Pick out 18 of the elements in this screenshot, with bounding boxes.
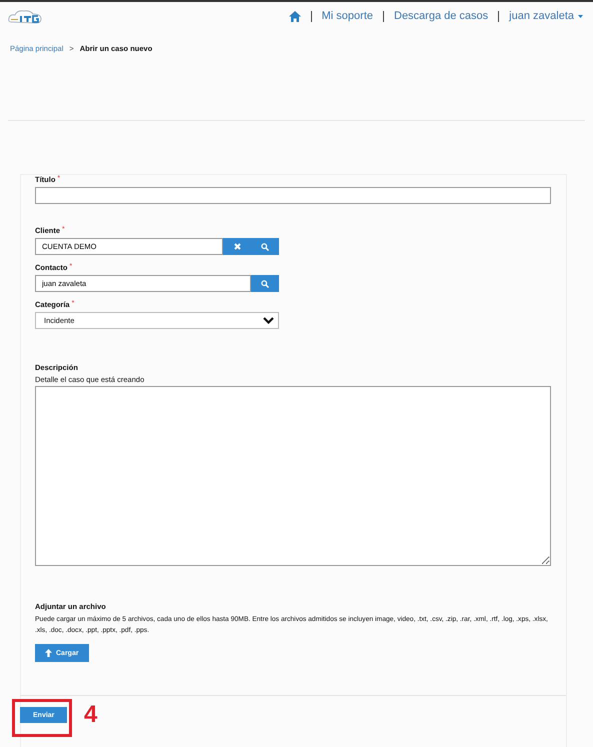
close-icon <box>234 243 240 250</box>
clear-button[interactable] <box>223 238 251 255</box>
logo-icon[interactable] <box>8 10 42 24</box>
user-menu[interactable]: juan zavaleta <box>509 10 583 22</box>
nav-link[interactable]: Descarga de casos <box>394 10 488 22</box>
search-icon <box>261 242 269 250</box>
highlight-frame <box>12 699 72 737</box>
description-field[interactable] <box>35 386 551 566</box>
caret-icon <box>578 14 583 18</box>
home-icon[interactable] <box>288 10 301 22</box>
nav-link[interactable]: Mi soporte <box>322 10 373 22</box>
step-number: 4 <box>84 701 98 729</box>
search-button[interactable] <box>251 238 279 255</box>
search-button[interactable] <box>251 275 279 292</box>
chevron-icon <box>263 317 274 324</box>
input-field[interactable] <box>35 187 551 204</box>
arrow-up-icon <box>45 649 52 657</box>
search-icon <box>261 280 269 288</box>
